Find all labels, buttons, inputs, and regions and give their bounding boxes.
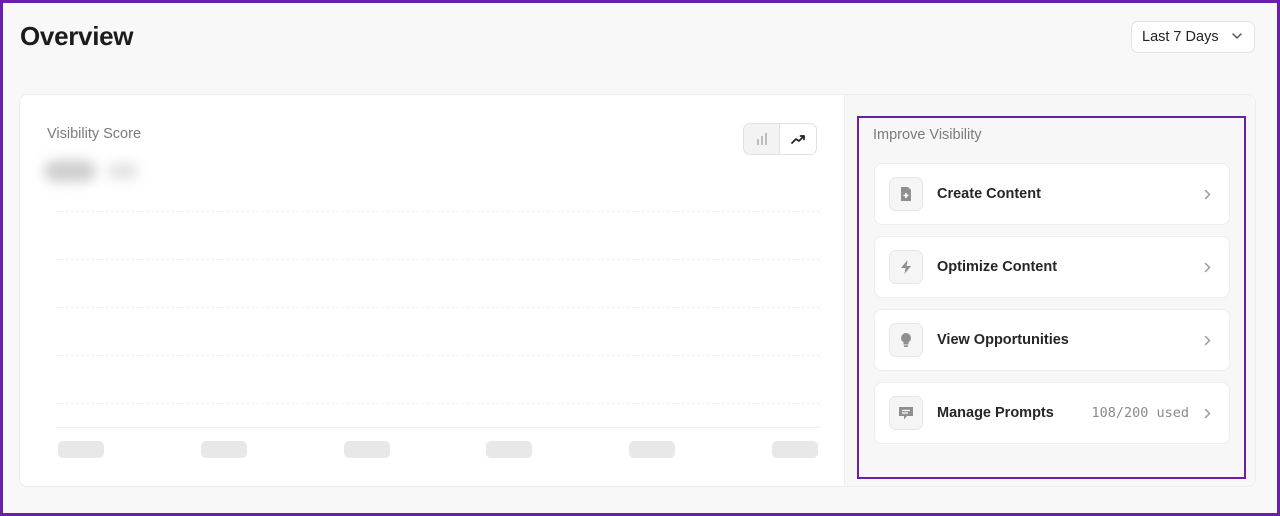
visibility-score-section: Visibility Score <box>20 95 844 486</box>
grid-line <box>56 211 820 212</box>
page-title: Overview <box>20 21 134 51</box>
x-axis-label-placeholder <box>486 441 532 458</box>
x-axis-label-placeholder <box>772 441 818 458</box>
date-range-value: Last 7 Days <box>1142 29 1219 45</box>
grid-line <box>56 307 820 308</box>
score-value-blurred <box>44 157 144 185</box>
x-axis-label-placeholder <box>344 441 390 458</box>
grid-line <box>56 259 820 260</box>
grid-line <box>56 403 820 404</box>
x-axis-label-placeholder <box>201 441 247 458</box>
chevron-down-icon <box>1232 33 1242 39</box>
improve-visibility-highlight <box>857 116 1246 479</box>
bar-chart-icon <box>757 133 767 145</box>
visibility-chart <box>56 211 820 459</box>
x-axis-label-placeholder <box>58 441 104 458</box>
chart-baseline <box>56 427 820 428</box>
trend-up-icon <box>790 135 805 144</box>
grid-line <box>56 355 820 356</box>
x-axis-label-placeholder <box>629 441 675 458</box>
visibility-score-label: Visibility Score <box>47 126 142 142</box>
trend-chart-toggle[interactable] <box>780 124 816 154</box>
date-range-select[interactable]: Last 7 Days <box>1131 21 1255 53</box>
chart-type-toggle <box>743 123 817 155</box>
bar-chart-toggle[interactable] <box>744 124 780 154</box>
